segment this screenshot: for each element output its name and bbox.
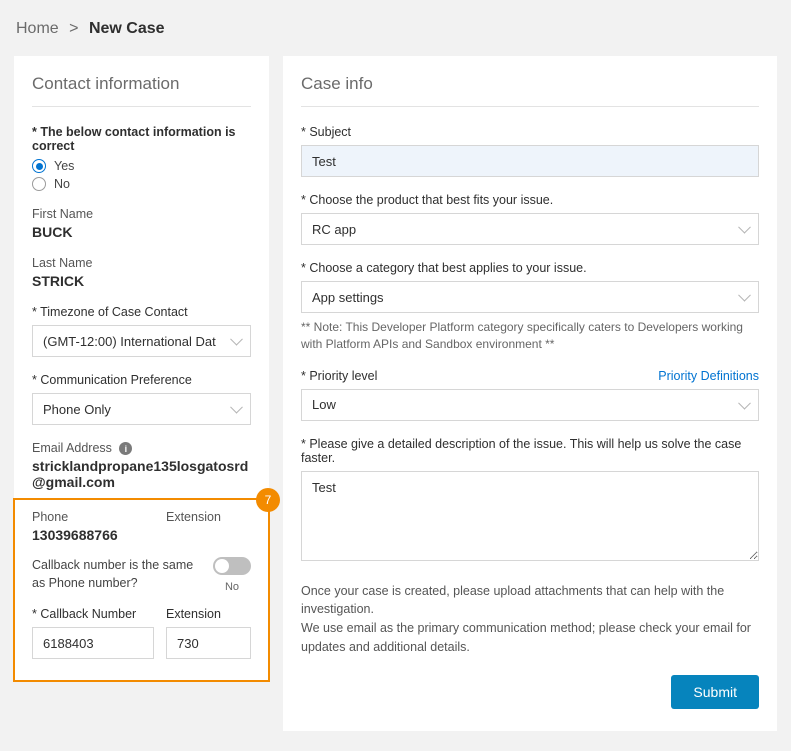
callback-ext-label: Extension — [166, 607, 251, 621]
timezone-select[interactable]: (GMT-12:00) International Dat — [32, 325, 251, 357]
callback-number-input[interactable] — [32, 627, 154, 659]
first-name-value: BUCK — [32, 224, 251, 240]
breadcrumb-home[interactable]: Home — [16, 20, 59, 37]
last-name-label: Last Name — [32, 256, 251, 270]
breadcrumb-separator: > — [69, 20, 78, 37]
callback-same-label: Callback number is the same as Phone num… — [32, 557, 203, 592]
email-value: stricklandpropane135losgatosrd@gmail.com — [32, 458, 251, 490]
radio-yes-row[interactable]: Yes — [32, 159, 251, 173]
contact-panel: Contact information * The below contact … — [14, 56, 269, 681]
highlight-badge: 7 — [256, 488, 280, 512]
phone-value: 13039688766 — [32, 527, 154, 543]
extension-label: Extension — [166, 510, 251, 524]
callback-number-label: * Callback Number — [32, 607, 154, 621]
subject-input[interactable] — [301, 145, 759, 177]
category-select[interactable]: App settings — [301, 281, 759, 313]
description-textarea[interactable] — [301, 471, 759, 561]
description-label: * Please give a detailed description of … — [301, 437, 759, 465]
phone-section: Phone 13039688766 Extension Callback num… — [32, 506, 251, 659]
email-label: Email Address i — [32, 441, 251, 455]
subject-label: * Subject — [301, 125, 759, 139]
product-select[interactable]: RC app — [301, 213, 759, 245]
radio-no-label: No — [54, 177, 70, 191]
radio-no[interactable] — [32, 177, 46, 191]
confirm-info-label: * The below contact information is corre… — [32, 125, 251, 153]
info-icon[interactable]: i — [119, 442, 132, 455]
product-label: * Choose the product that best fits your… — [301, 193, 759, 207]
breadcrumb-current: New Case — [89, 20, 165, 37]
comm-pref-select[interactable]: Phone Only — [32, 393, 251, 425]
radio-yes[interactable] — [32, 159, 46, 173]
priority-definitions-link[interactable]: Priority Definitions — [658, 369, 759, 383]
callback-same-toggle[interactable] — [213, 557, 251, 575]
last-name-value: STRICK — [32, 273, 251, 289]
first-name-label: First Name — [32, 207, 251, 221]
category-label: * Choose a category that best applies to… — [301, 261, 759, 275]
radio-no-row[interactable]: No — [32, 177, 251, 191]
contact-title: Contact information — [32, 74, 251, 94]
submit-button[interactable]: Submit — [671, 675, 759, 709]
breadcrumb: Home > New Case — [14, 20, 777, 38]
radio-yes-label: Yes — [54, 159, 74, 173]
comm-pref-label: * Communication Preference — [32, 373, 251, 387]
case-info-title: Case info — [301, 74, 759, 94]
callback-same-toggle-label: No — [213, 581, 251, 593]
priority-select[interactable]: Low — [301, 389, 759, 421]
timezone-label: * Timezone of Case Contact — [32, 305, 251, 319]
priority-label: * Priority level — [301, 369, 377, 383]
callback-ext-input[interactable] — [166, 627, 251, 659]
footer-note: Once your case is created, please upload… — [301, 582, 759, 657]
phone-label: Phone — [32, 510, 154, 524]
category-note: ** Note: This Developer Platform categor… — [301, 319, 759, 353]
case-info-panel: Case info * Subject * Choose the product… — [283, 56, 777, 731]
